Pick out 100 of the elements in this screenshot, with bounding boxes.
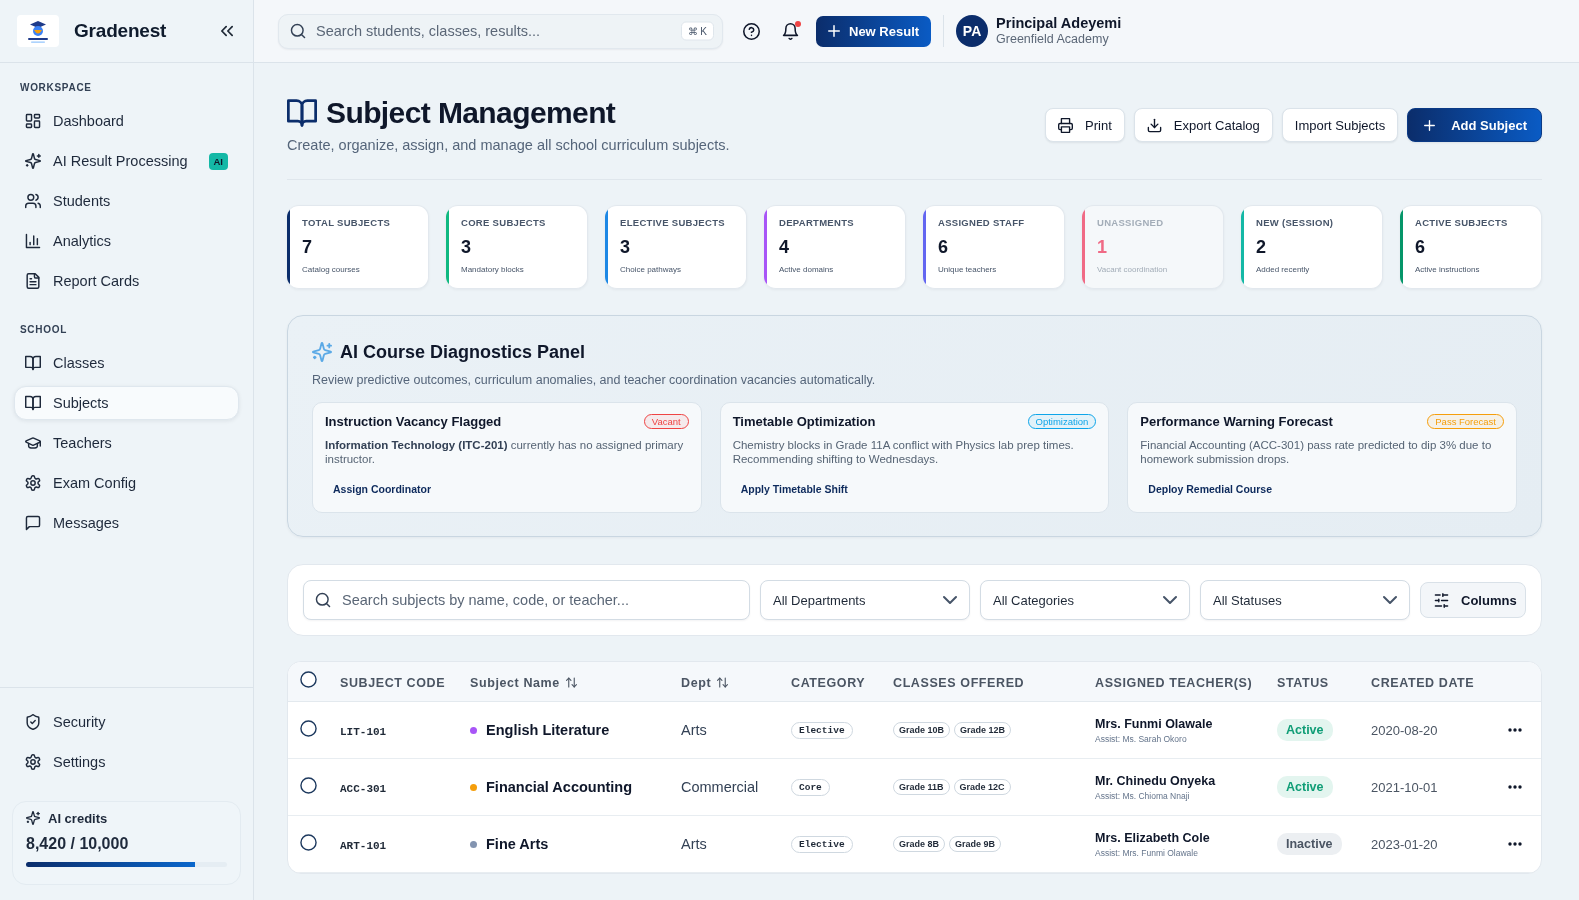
book-icon <box>25 355 41 371</box>
more-icon[interactable] <box>1507 785 1522 789</box>
department-text: Commercial <box>681 779 759 795</box>
nav-item[interactable]: Settings <box>14 745 239 779</box>
insight-tag: Optimization <box>1027 413 1097 429</box>
filter-dropdown[interactable]: All Statuses <box>1200 580 1410 620</box>
stat-label: NEW (SESSION) <box>1256 217 1334 229</box>
search-field[interactable]: Search subjects by name, code, or teacher... <box>303 580 750 620</box>
status-badge: Inactive <box>1277 833 1342 855</box>
teacher-name: Mrs. Funmi Olawale <box>1095 716 1213 731</box>
chevron-down-icon <box>1163 593 1177 607</box>
nav-item[interactable]: Report Cards <box>14 264 239 298</box>
columns-button[interactable]: Columns <box>1420 582 1526 618</box>
subject-name: Fine Arts <box>486 836 549 852</box>
nav-item[interactable]: Students <box>14 184 239 218</box>
nav-item[interactable]: Teachers <box>14 426 239 460</box>
column-header: CLASSES OFFERED <box>893 675 1025 690</box>
bar-chart-icon <box>25 233 41 249</box>
action-button[interactable]: Deploy Remedial Course <box>1140 479 1281 499</box>
nav-item[interactable]: Exam Config <box>14 466 239 500</box>
row-checkbox[interactable] <box>300 776 317 794</box>
credits-label: AI credits <box>48 810 108 826</box>
column-header: ASSIGNED TEACHER(S) <box>1095 675 1253 690</box>
stat-label: UNASSIGNED <box>1097 217 1164 229</box>
column-header: SUBJECT CODE <box>340 675 446 690</box>
status-badge: Active <box>1277 719 1333 741</box>
plus-icon <box>828 25 840 37</box>
action-button[interactable]: Apply Timetable Shift <box>732 479 856 499</box>
created-date: 2023-01-20 <box>1371 837 1438 852</box>
insight-title: Performance Warning Forecast <box>1140 413 1333 429</box>
stat-value: 6 <box>938 236 948 258</box>
assistant-name: Assist: Ms. Sarah Okoro <box>1095 733 1187 744</box>
insight-text: Financial Accounting (ACC-301) pass rate predicted to dip 3% due to homework submission drops. <box>1140 438 1493 466</box>
department-text: Arts <box>681 722 707 738</box>
stat-label: CORE SUBJECTS <box>461 217 546 229</box>
settings-icon <box>25 754 41 770</box>
nav-item[interactable]: Classes <box>14 346 239 380</box>
chevrons-left-icon[interactable] <box>221 25 233 37</box>
subject-code: LIT-101 <box>340 726 387 738</box>
export-button[interactable]: Export Catalog <box>1133 108 1273 142</box>
filter-dropdown[interactable]: All Categories <box>980 580 1190 620</box>
nav-item[interactable]: Security <box>14 705 239 739</box>
grid-icon <box>25 113 41 129</box>
add-button[interactable]: Add Subject <box>1407 108 1542 142</box>
shortcut-hint: ⌘ K <box>680 21 714 41</box>
nav-item[interactable]: Messages <box>14 506 239 540</box>
sort-icon[interactable] <box>565 677 577 688</box>
nav-item[interactable]: Dashboard <box>14 104 239 138</box>
book-icon <box>25 395 41 411</box>
user-school: Greenfield Academy <box>996 32 1109 47</box>
department-text: Arts <box>681 836 707 852</box>
sliders-icon <box>1434 592 1449 608</box>
column-header[interactable]: Subject Name <box>470 675 577 690</box>
more-icon[interactable] <box>1507 728 1522 732</box>
assistant-name: Assist: Mrs. Funmi Olawale <box>1095 847 1198 858</box>
insight-tag: Pass Forecast <box>1427 413 1504 429</box>
users-icon <box>25 193 41 209</box>
column-header: STATUS <box>1277 675 1329 690</box>
row-checkbox[interactable] <box>300 719 317 737</box>
select-all-checkbox[interactable] <box>300 671 317 688</box>
nav-item[interactable]: Subjects <box>14 386 239 420</box>
insight-text: Chemistry blocks in Grade 11A conflict with Physics lab prep times. Recommending shifting to Wednesdays. <box>732 438 1075 466</box>
ai-badge: AI <box>208 152 228 170</box>
section-title: SCHOOL <box>19 323 67 337</box>
stat-note: Choice pathways <box>620 265 681 275</box>
sparkles-icon <box>312 342 332 362</box>
stat-note: Active instructions <box>1415 265 1480 275</box>
user-avatar[interactable]: PA <box>956 15 989 47</box>
more-icon[interactable] <box>1507 842 1522 846</box>
stat-note: Active domains <box>779 265 834 275</box>
bell-icon[interactable] <box>782 22 799 40</box>
print-button[interactable]: Print <box>1045 108 1125 142</box>
subject-code: ACC-301 <box>340 783 387 795</box>
created-date: 2020-08-20 <box>1371 723 1438 738</box>
download-icon <box>1146 117 1162 133</box>
nav-item[interactable]: AI Result Processing AI <box>14 144 239 178</box>
column-header[interactable]: Dept <box>681 675 729 690</box>
filter-dropdown[interactable]: All Departments <box>760 580 970 620</box>
subject-name: Financial Accounting <box>486 779 633 795</box>
stat-value: 2 <box>1256 236 1266 258</box>
import-button[interactable]: Import Subjects <box>1281 108 1399 142</box>
stat-label: ACTIVE SUBJECTS <box>1415 217 1508 229</box>
panel-description: Review predictive outcomes, curriculum anomalies, and teacher coordination vacancies automatically. <box>312 372 876 388</box>
action-button[interactable]: Assign Coordinator <box>325 479 439 499</box>
teacher-name: Mrs. Elizabeth Cole <box>1095 830 1210 845</box>
help-icon[interactable] <box>743 22 760 40</box>
book-icon <box>287 99 317 127</box>
nav-item[interactable]: Analytics <box>14 224 239 258</box>
search-icon <box>290 23 306 39</box>
stat-label: DEPARTMENTS <box>779 217 854 229</box>
shield-icon <box>25 714 41 730</box>
teacher-name: Mr. Chinedu Onyeka <box>1095 773 1216 788</box>
column-header: CREATED DATE <box>1371 675 1475 690</box>
stat-note: Mandatory blocks <box>461 265 524 275</box>
row-checkbox[interactable] <box>300 833 317 851</box>
new-result-button[interactable]: New Result <box>816 15 932 47</box>
status-badge: Active <box>1277 776 1333 798</box>
sort-icon[interactable] <box>717 677 729 688</box>
credits-value: 8,420 / 10,000 <box>26 835 129 853</box>
plus-icon <box>1422 117 1438 133</box>
